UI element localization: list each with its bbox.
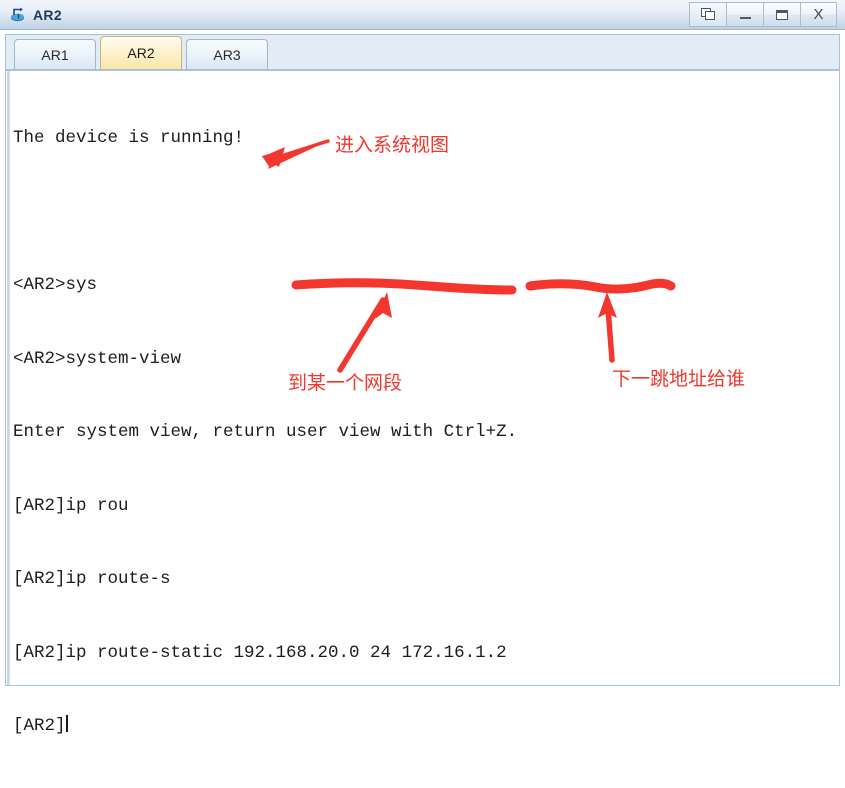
terminal-line: [AR2]ip rou [13,495,129,516]
tab-ar2[interactable]: AR2 [100,36,182,69]
terminal-line: Enter system view, return user view with… [13,422,518,442]
terminal-line: [AR2]ip route-static 192.168.20.0 24 172… [13,642,507,663]
tab-ar1[interactable]: AR1 [14,39,96,69]
tab-strip: AR1 AR2 AR3 [0,30,845,70]
router-icon [9,6,26,23]
close-button[interactable]: X [800,2,837,27]
tab-ar1-label: AR1 [41,46,69,63]
restore-down-button[interactable] [689,2,726,27]
tab-ar3-label: AR3 [213,46,241,63]
terminal-line: [AR2]ip route-s [13,569,171,589]
maximize-button[interactable] [763,2,800,27]
ar2-terminal-window: AR2 X AR1 AR2 AR3 The device is running!… [0,0,845,736]
window-title: AR2 [33,6,62,23]
terminal-line: <AR2>sys [13,275,98,295]
window-controls: X [689,2,837,27]
terminal-output[interactable]: The device is running! <AR2>sys <AR2>sys… [13,77,835,736]
tab-ar2-label: AR2 [127,45,155,61]
close-icon: X [813,6,824,23]
minimize-icon [739,17,751,19]
terminal-line: <AR2>system-view [13,348,182,369]
terminal-prompt-line: [AR2] [13,714,835,739]
tab-strip-inner: AR1 AR2 AR3 [5,34,840,70]
tab-ar3[interactable]: AR3 [186,39,268,69]
title-bar: AR2 X [0,0,845,30]
text-cursor [65,715,68,732]
terminal-line: The device is running! [13,128,245,148]
restore-icon [700,8,716,21]
terminal-prompt: [AR2] [13,716,66,736]
title-bar-left: AR2 [0,6,62,23]
maximize-icon [776,9,788,20]
minimize-button[interactable] [726,2,763,27]
terminal-frame[interactable]: The device is running! <AR2>sys <AR2>sys… [5,70,840,736]
